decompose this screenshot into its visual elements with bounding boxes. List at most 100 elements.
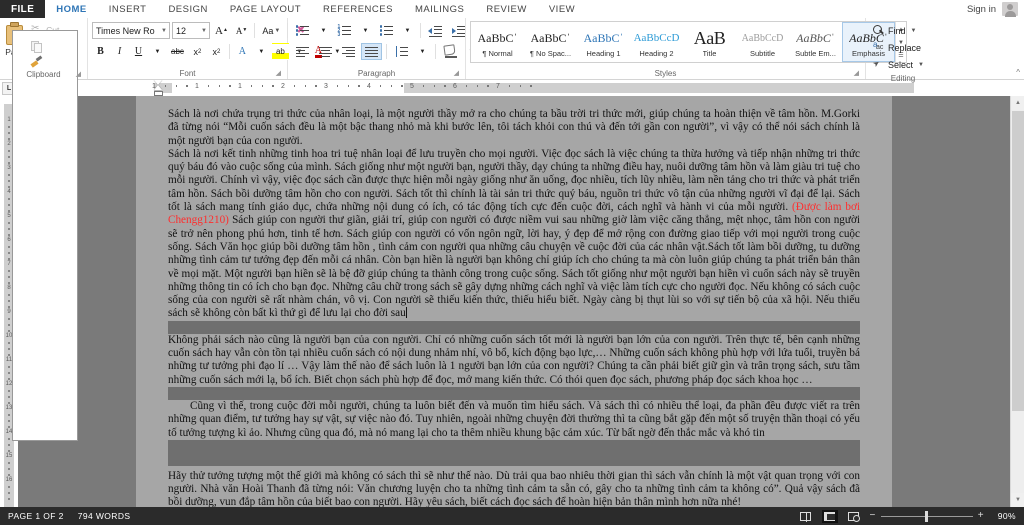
subscript-button[interactable]: x2 [189,43,206,60]
style-heading-2[interactable]: AaBbCcD Heading 2 [630,22,683,62]
ruler-dot [8,282,10,284]
zoom-slider-thumb[interactable] [924,510,928,522]
highlight-color-button[interactable]: ab [271,43,289,60]
scrollbar-thumb[interactable] [1012,111,1024,411]
tab-review[interactable]: REVIEW [475,0,537,18]
font-name-combo[interactable]: Times New Ro ▼ [92,22,170,39]
numbering-dropdown[interactable]: ▼ [357,22,374,39]
multilevel-dropdown[interactable]: ▼ [399,22,416,39]
style-preview: AaBbCˈ [530,30,571,45]
line-spacing-dropdown[interactable]: ▼ [414,43,431,60]
zoom-slider[interactable] [880,510,973,522]
web-layout-icon[interactable] [846,510,862,523]
document-page[interactable]: Sách là nơi chứa trụng tri thức của nhân… [136,96,892,507]
word-window: FILE HOME INSERT DESIGN PAGE LAYOUT REFE… [0,0,1024,525]
shrink-font-button[interactable]: A ▼ [233,22,250,39]
underline-button[interactable]: U [130,43,147,60]
strikethrough-button[interactable]: abc [168,43,187,60]
style-name: ¶ No Spac... [529,49,572,58]
tab-page-layout[interactable]: PAGE LAYOUT [219,0,312,18]
font-size-combo[interactable]: 12 ▼ [172,22,210,39]
underline-dropdown[interactable]: ▼ [149,43,166,60]
tab-file[interactable]: FILE [0,0,46,18]
scroll-up-icon[interactable]: ▲ [1011,96,1024,110]
style-name: Heading 1 [586,49,621,58]
replace-button[interactable]: Replace [870,39,924,56]
style-subtle-emphasis[interactable]: AaBbCˈ Subtle Em... [789,22,842,62]
line-spacing-icon[interactable] [391,43,412,60]
align-center-icon[interactable] [315,43,336,60]
style-no-spacing[interactable]: AaBbCˈ ¶ No Spac... [524,22,577,62]
align-right-icon[interactable] [338,43,359,60]
change-case-button[interactable]: Aa ▼ [259,22,283,39]
clipboard-dialog-launcher[interactable]: ◢ [76,69,81,80]
style-name: ¶ Normal [482,49,513,58]
document-paragraph-4[interactable]: Cũng vì thế, trong cuộc đời mỗi người, c… [168,399,860,440]
zoom-out-button[interactable]: − [870,511,876,521]
shading-icon[interactable] [440,43,461,60]
ruler-dot [8,498,10,500]
ruler-tick: 2 [281,83,285,90]
numbering-icon[interactable]: 123 [334,22,355,39]
document-canvas[interactable]: Sách là nơi chứa trụng tri thức của nhân… [18,96,1024,507]
ruler-dot [8,300,10,302]
paste-button[interactable]: Paste ▼ [4,20,79,441]
sign-in-link[interactable]: Sign in [967,4,996,15]
scroll-down-icon[interactable]: ▼ [1011,493,1024,507]
style-normal[interactable]: AaBbCˈ ¶ Normal [471,22,524,62]
italic-button[interactable]: I [111,43,128,60]
read-mode-icon[interactable] [798,510,814,523]
ruler-dot [175,85,177,87]
grow-font-button[interactable]: A ▲ [212,22,231,39]
style-name: Heading 2 [639,49,674,58]
collapse-ribbon-icon[interactable]: ^ [1016,68,1020,77]
style-heading-1[interactable]: AaBbCˈ Heading 1 [577,22,630,62]
styles-dialog-launcher[interactable]: ◢ [854,68,859,79]
tab-mailings[interactable]: MAILINGS [404,0,475,18]
paragraph-run: Sách là nơi kết tinh những tinh hoa tri … [168,147,860,214]
style-subtitle[interactable]: AaBbCcD Subtitle [736,22,789,62]
multilevel-list-icon[interactable] [376,22,397,39]
ruler-tick: 1 [238,83,242,90]
left-indent-handle[interactable] [154,90,163,96]
ruler-dot [8,324,10,326]
decrease-indent-icon[interactable] [425,22,446,39]
document-paragraph-1[interactable]: Sách là nơi chứa trụng tri thức của nhân… [168,108,860,148]
text-effects-dropdown[interactable]: ▼ [253,43,270,60]
zoom-level-label[interactable]: 90% [992,511,1016,521]
document-body[interactable]: Sách là nơi chứa trụng tri thức của nhân… [168,108,860,507]
styles-group-label: Styles ◢ [654,68,859,79]
tab-insert[interactable]: INSERT [98,0,158,18]
document-paragraph-2[interactable]: Sách là nơi kết tinh những tinh hoa tri … [168,147,860,321]
word-count[interactable]: 794 WORDS [78,511,131,521]
tab-design[interactable]: DESIGN [157,0,218,18]
style-name: Subtle Em... [795,49,836,58]
ruler-tick: 9 [7,309,11,315]
font-dialog-launcher[interactable]: ◢ [276,68,281,79]
select-button[interactable]: Select ▼ [870,56,927,73]
find-button[interactable]: Find ▼ [870,22,919,39]
style-title[interactable]: AaB Title [683,22,736,62]
account-icon[interactable] [1002,2,1018,17]
bullets-dropdown[interactable]: ▼ [315,22,332,39]
scissors-icon [31,23,42,35]
ruler-dot [8,486,10,488]
paragraph-dialog-launcher[interactable]: ◢ [454,68,459,79]
document-paragraph-3[interactable]: Không phải sách nào cũng là người bạn củ… [168,333,860,387]
bullets-icon[interactable] [292,22,313,39]
bold-button[interactable]: B [92,43,109,60]
document-paragraph-5[interactable]: Hãy thử tưởng tượng một thế giới mà khôn… [168,470,860,507]
ruler-dot [8,174,10,176]
align-left-icon[interactable] [292,43,313,60]
superscript-button[interactable]: x2 [208,43,225,60]
zoom-in-button[interactable]: + [978,511,984,521]
text-effects-button[interactable]: A [234,43,251,60]
align-justify-icon[interactable] [361,43,382,60]
print-layout-icon[interactable] [821,509,838,523]
tab-references[interactable]: REFERENCES [312,0,404,18]
page-indicator[interactable]: PAGE 1 OF 2 [8,511,64,521]
tab-home[interactable]: HOME [45,0,98,18]
ruler-dot [8,210,10,212]
vertical-scrollbar[interactable]: ▲ ▼ [1010,96,1024,507]
tab-view[interactable]: VIEW [538,0,586,18]
